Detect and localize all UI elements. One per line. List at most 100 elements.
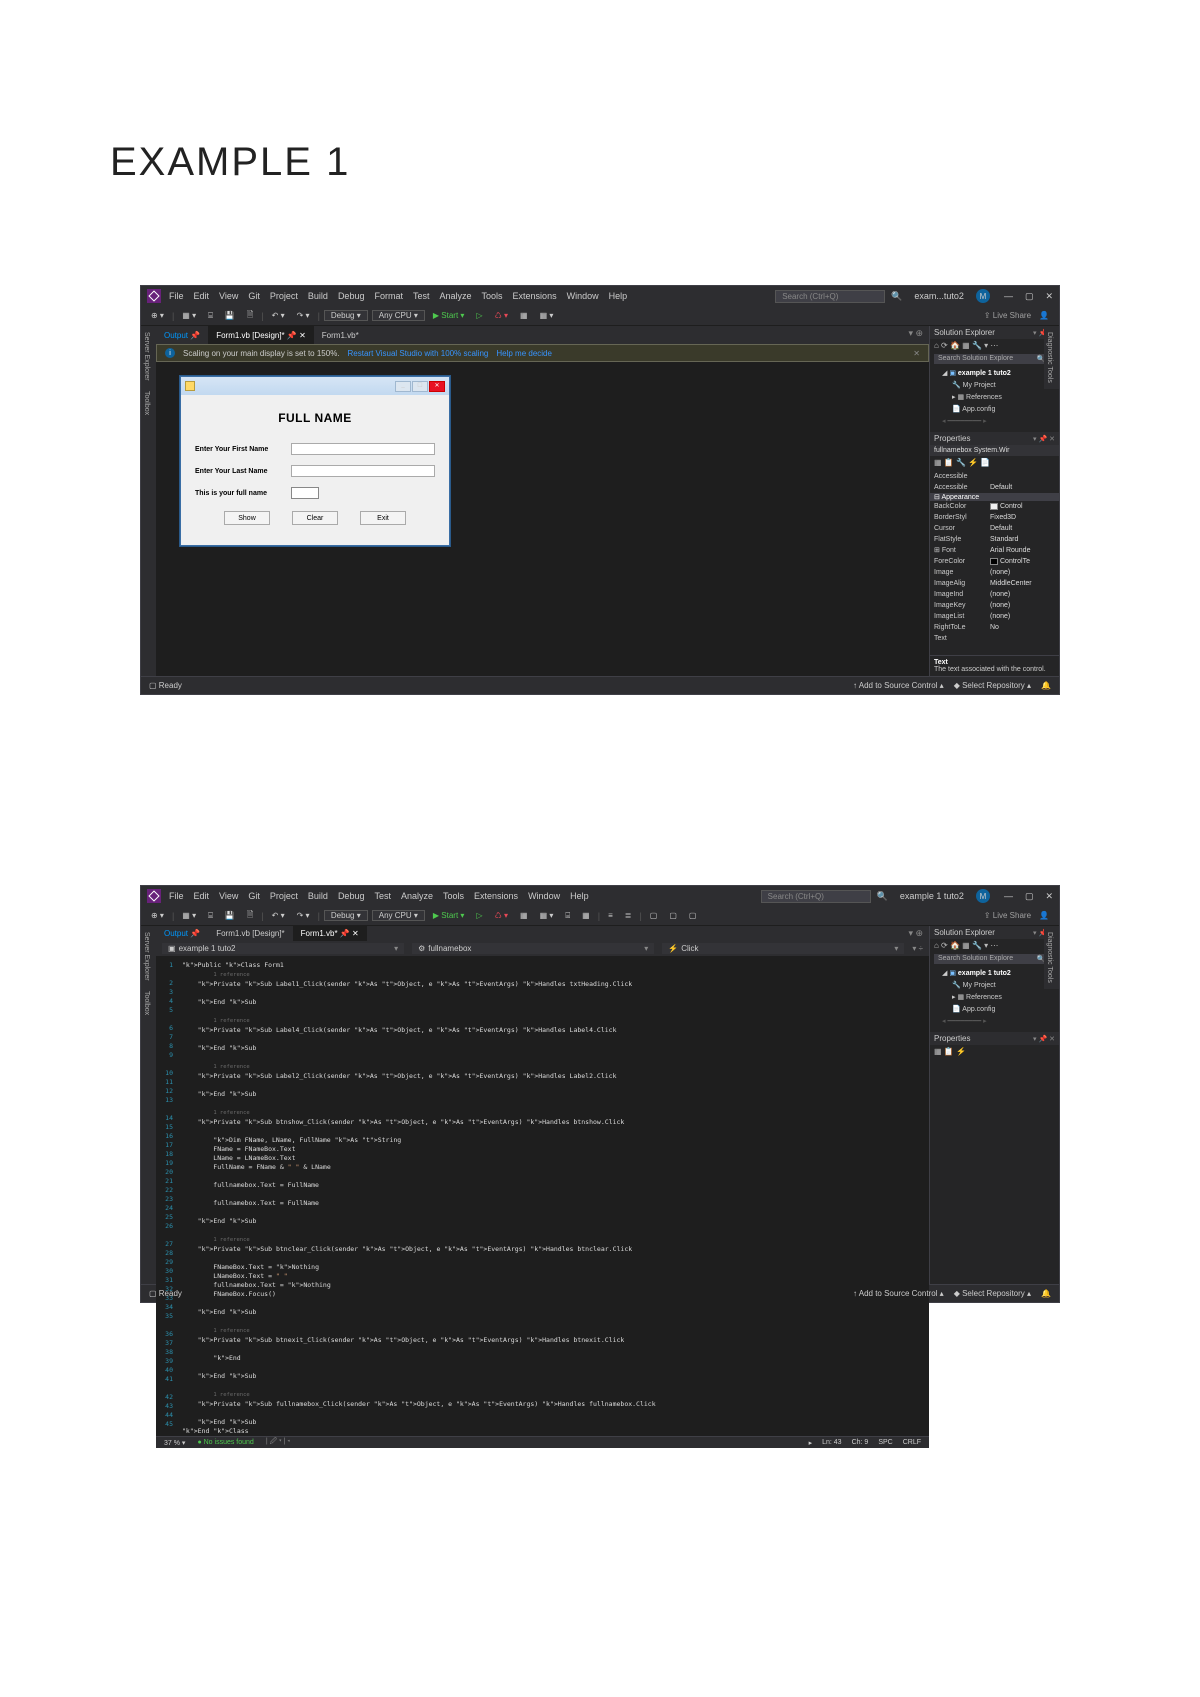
- clear-button[interactable]: Clear: [292, 511, 338, 525]
- menu-window[interactable]: Window: [567, 291, 599, 301]
- start-button[interactable]: ▶ Start ▾: [429, 910, 469, 921]
- properties-toolbar[interactable]: ▦ 📋 ⚡: [930, 1045, 1059, 1058]
- menu-test[interactable]: Test: [413, 291, 430, 301]
- outdent-icon[interactable]: ≣: [621, 910, 636, 921]
- bookmark-icon[interactable]: ▢: [685, 910, 701, 921]
- save-icon[interactable]: 💾: [221, 310, 239, 321]
- redo-icon[interactable]: ↷ ▾: [293, 910, 314, 921]
- add-source-control[interactable]: ↑ Add to Source Control ▴: [853, 681, 944, 690]
- tab-overflow-icon[interactable]: ▾ ⊕: [902, 326, 929, 344]
- new-item-icon[interactable]: ▦ ▾: [178, 310, 200, 321]
- redo-icon[interactable]: ↷ ▾: [293, 310, 314, 321]
- notifications-icon[interactable]: 🔔: [1041, 1289, 1051, 1298]
- form-designer-surface[interactable]: _ ☐ ✕ FULL NAME Enter Your First Name En…: [156, 362, 929, 676]
- minimize-icon[interactable]: —: [1004, 891, 1013, 902]
- maximize-icon[interactable]: ▢: [1025, 891, 1034, 902]
- toolbar-item[interactable]: ▦: [516, 910, 532, 921]
- menu-window[interactable]: Window: [528, 891, 560, 901]
- start-no-debug-icon[interactable]: ▷: [472, 910, 486, 921]
- menu-format[interactable]: Format: [374, 291, 403, 301]
- diagnostic-tools-rail[interactable]: Diagnostic Tools: [1044, 326, 1059, 389]
- menu-tools[interactable]: Tools: [443, 891, 464, 901]
- context-project[interactable]: ▣ example 1 tuto2▾: [162, 943, 404, 954]
- code-editor[interactable]: 1234567891011121314151617181920212223242…: [156, 957, 929, 1436]
- solexp-search[interactable]: Search Solution Explore🔍 ▾: [934, 954, 1055, 964]
- last-name-input[interactable]: [291, 465, 435, 477]
- form-heading-label[interactable]: FULL NAME: [195, 411, 435, 425]
- toolbar-item[interactable]: ⌸: [561, 910, 574, 922]
- hot-reload-icon[interactable]: ♺ ▾: [491, 910, 512, 921]
- server-explorer-rail[interactable]: Server Explorer: [143, 332, 154, 381]
- solution-tree[interactable]: ◢ ▣ example 1 tuto2 🔧 My Project ▸ ▦ Ref…: [930, 966, 1059, 1030]
- first-name-label[interactable]: Enter Your First Name: [195, 446, 283, 453]
- notif-help-link[interactable]: Help me decide: [496, 349, 552, 358]
- solexp-search[interactable]: Search Solution Explore🔍 ▾: [934, 354, 1055, 364]
- server-explorer-rail[interactable]: Server Explorer: [143, 932, 154, 981]
- full-name-label[interactable]: This is your full name: [195, 490, 283, 497]
- solexp-toolbar[interactable]: ⌂ ⟳ 🏠 ▦ 🔧 ▾ ⋯: [930, 339, 1059, 352]
- tab-overflow-icon[interactable]: ▾ ⊕: [902, 926, 929, 941]
- menu-project[interactable]: Project: [270, 891, 298, 901]
- open-icon[interactable]: ⌸: [204, 310, 217, 322]
- toolbox-rail[interactable]: Toolbox: [143, 391, 154, 415]
- start-no-debug-icon[interactable]: ▷: [472, 310, 486, 321]
- menu-analyze[interactable]: Analyze: [401, 891, 433, 901]
- zoom-level[interactable]: 37 % ▾: [164, 1439, 185, 1447]
- exit-button[interactable]: Exit: [360, 511, 406, 525]
- undo-icon[interactable]: ↶ ▾: [268, 310, 289, 321]
- platform-dropdown[interactable]: Any CPU ▾: [372, 910, 425, 921]
- live-share-button[interactable]: ⇪ Live Share: [984, 911, 1031, 920]
- code-tab[interactable]: Form1.vb* 📌 ✕: [293, 926, 367, 941]
- menu-build[interactable]: Build: [308, 891, 328, 901]
- context-member[interactable]: ⚙ fullnamebox▾: [412, 943, 654, 954]
- code-tab[interactable]: Form1.vb*: [314, 326, 367, 344]
- minimize-icon[interactable]: —: [1004, 291, 1013, 302]
- uncomment-icon[interactable]: ▢: [665, 910, 681, 921]
- close-icon[interactable]: ✕: [1045, 891, 1053, 902]
- output-tab[interactable]: Output 📌: [156, 926, 208, 941]
- live-share-button[interactable]: ⇪ Live Share: [984, 311, 1031, 320]
- save-all-icon[interactable]: 🗎: [243, 308, 257, 324]
- save-icon[interactable]: 💾: [221, 910, 239, 921]
- maximize-icon[interactable]: ▢: [1025, 291, 1034, 302]
- notif-close-icon[interactable]: ✕: [913, 349, 920, 358]
- toolbar-item[interactable]: ▦: [578, 910, 594, 921]
- last-name-label[interactable]: Enter Your Last Name: [195, 468, 283, 475]
- menu-analyze[interactable]: Analyze: [440, 291, 472, 301]
- menu-file[interactable]: File: [169, 891, 184, 901]
- menu-test[interactable]: Test: [374, 891, 391, 901]
- full-name-output[interactable]: [291, 487, 319, 499]
- nav-back-icon[interactable]: ⊕ ▾: [147, 310, 168, 321]
- user-avatar-icon[interactable]: M: [976, 289, 990, 303]
- menu-git[interactable]: Git: [248, 891, 260, 901]
- close-icon[interactable]: ✕: [1045, 291, 1053, 302]
- notifications-icon[interactable]: 🔔: [1041, 681, 1051, 690]
- menu-extensions[interactable]: Extensions: [474, 891, 518, 901]
- toolbar-item[interactable]: ▦ ▾: [536, 910, 558, 921]
- show-button[interactable]: Show: [224, 511, 270, 525]
- hot-reload-icon[interactable]: ♺ ▾: [491, 310, 512, 321]
- menu-help[interactable]: Help: [570, 891, 589, 901]
- menu-git[interactable]: Git: [248, 291, 260, 301]
- solexp-toolbar[interactable]: ⌂ ⟳ 🏠 ▦ 🔧 ▾ ⋯: [930, 939, 1059, 952]
- output-tab[interactable]: Output 📌: [156, 326, 208, 344]
- search-icon[interactable]: 🔍: [877, 891, 888, 902]
- new-item-icon[interactable]: ▦ ▾: [178, 910, 200, 921]
- user-avatar-icon[interactable]: M: [976, 889, 990, 903]
- design-tab[interactable]: Form1.vb [Design]*: [208, 926, 292, 941]
- menu-build[interactable]: Build: [308, 291, 328, 301]
- search-input[interactable]: Search (Ctrl+Q): [775, 290, 885, 303]
- toolbar-item[interactable]: ▦ ▾: [536, 310, 558, 321]
- search-input[interactable]: Search (Ctrl+Q): [761, 890, 871, 903]
- notif-restart-link[interactable]: Restart Visual Studio with 100% scaling: [348, 349, 489, 358]
- start-button[interactable]: ▶ Start ▾: [429, 310, 469, 321]
- menu-debug[interactable]: Debug: [338, 891, 365, 901]
- toolbox-rail[interactable]: Toolbox: [143, 991, 154, 1015]
- add-source-control[interactable]: ↑ Add to Source Control ▴: [853, 1289, 944, 1298]
- search-icon[interactable]: 🔍: [891, 291, 902, 302]
- context-event[interactable]: ⚡ Click▾: [662, 943, 904, 954]
- comment-icon[interactable]: ▢: [646, 910, 662, 921]
- menu-debug[interactable]: Debug: [338, 291, 365, 301]
- menu-tools[interactable]: Tools: [482, 291, 503, 301]
- config-dropdown[interactable]: Debug ▾: [324, 910, 368, 921]
